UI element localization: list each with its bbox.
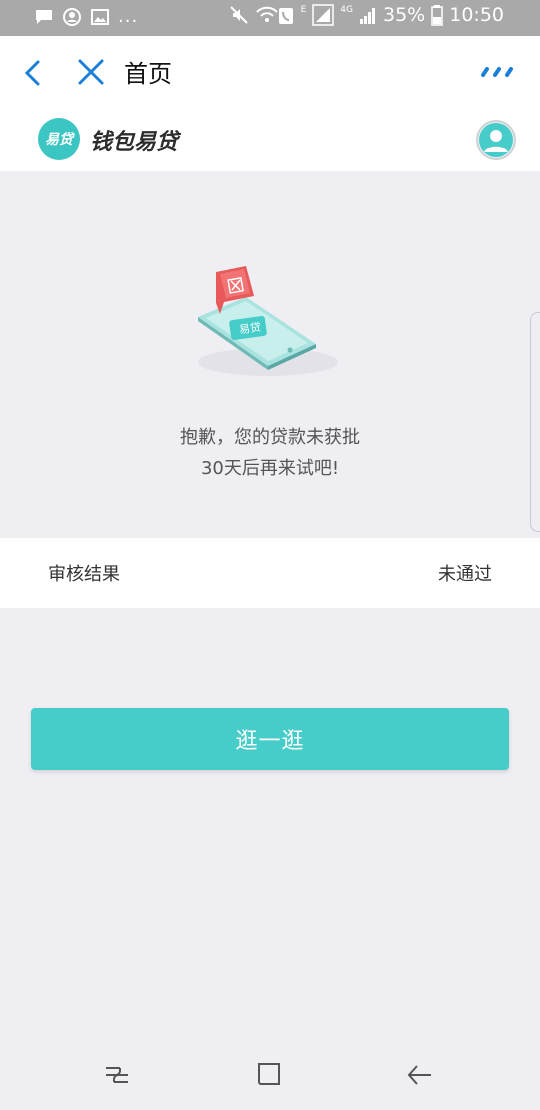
close-icon[interactable] [76, 57, 106, 87]
user-icon [479, 123, 513, 157]
status-time: 10:50 [449, 4, 504, 26]
signal-bars-icon [360, 8, 375, 24]
brand-logo: 易贷 [38, 118, 80, 160]
signal-icon [312, 4, 335, 26]
status-left: ... [34, 6, 138, 28]
recent-apps-icon[interactable] [102, 1060, 132, 1090]
network-e-label: E [300, 5, 307, 15]
home-icon[interactable] [255, 1060, 285, 1090]
browse-button[interactable]: 逛一逛 [31, 708, 509, 770]
brand-bar: 易贷 钱包易贷 [0, 108, 540, 171]
brand-logo-text: 易贷 [45, 132, 73, 148]
more-icon[interactable] [480, 66, 514, 78]
chat-icon [36, 10, 52, 24]
battery-percent: 35% [383, 4, 426, 26]
network-4g-label: 4G [340, 5, 353, 15]
battery-icon [431, 5, 443, 26]
browse-button-label: 逛一逛 [235, 729, 305, 754]
wifi-call-icon [255, 6, 293, 24]
status-bar: ... E 4G 35% 10:50 [0, 0, 540, 36]
status-more-dots: ... [118, 6, 139, 27]
rejection-message: 抱歉，您的贷款未获批 [180, 427, 360, 448]
back-icon[interactable] [18, 58, 48, 88]
retry-message: 30天后再来试吧! [200, 458, 340, 479]
image-icon [91, 9, 109, 25]
review-result-row: 审核结果 未通过 [0, 538, 540, 608]
review-result-value: 未通过 [438, 564, 492, 585]
mute-icon [229, 6, 248, 24]
edge-panel-handle[interactable] [530, 312, 540, 532]
review-result-label: 审核结果 [48, 564, 120, 585]
page-title: 首页 [124, 60, 172, 88]
system-nav-bar [0, 1040, 540, 1110]
loan-rejected-illustration [198, 266, 338, 376]
avatar[interactable] [476, 120, 516, 160]
back-arrow-icon[interactable] [405, 1060, 435, 1090]
brand-name: 钱包易贷 [90, 130, 179, 155]
status-right: E 4G 35% 10:50 [229, 4, 504, 26]
account-icon [63, 8, 81, 26]
nav-bar: 首页 [0, 36, 540, 108]
